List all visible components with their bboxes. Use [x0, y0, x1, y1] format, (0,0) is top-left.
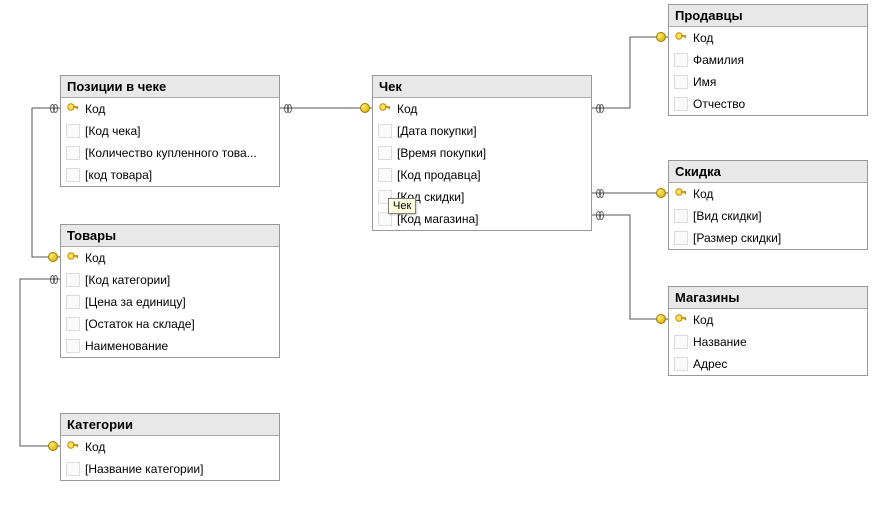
- column-name: [Код продавца]: [397, 168, 587, 182]
- column-icon: [65, 123, 81, 139]
- column-row[interactable]: Адрес: [669, 353, 867, 375]
- primary-key-icon: [673, 312, 689, 328]
- column-name: [Количество купленного това...: [85, 146, 275, 160]
- column-name: [Код магазина]: [397, 212, 587, 226]
- column-icon: [673, 96, 689, 112]
- column-name: Код: [85, 440, 275, 454]
- column-row[interactable]: Код: [669, 183, 867, 205]
- diagram-canvas[interactable]: Позиции в чеке Код [Код чека] [Количество …: [0, 0, 884, 509]
- table-title[interactable]: Чек: [373, 76, 591, 98]
- primary-key-icon: [65, 439, 81, 455]
- column-row[interactable]: [Остаток на складе]: [61, 313, 279, 335]
- column-row[interactable]: [Код категории]: [61, 269, 279, 291]
- table-categories[interactable]: Категории Код [Название категории]: [60, 413, 280, 481]
- table-discount[interactable]: Скидка Код [Вид скидки] [Размер скидки]: [668, 160, 868, 250]
- column-name: Код: [397, 102, 587, 116]
- column-name: Код: [693, 313, 863, 327]
- column-row[interactable]: Название: [669, 331, 867, 353]
- column-icon: [377, 145, 393, 161]
- primary-key-icon: [377, 101, 393, 117]
- table-title[interactable]: Продавцы: [669, 5, 867, 27]
- column-name: Наименование: [85, 339, 275, 353]
- table-title[interactable]: Магазины: [669, 287, 867, 309]
- column-name: [Размер скидки]: [693, 231, 863, 245]
- column-name: [код товара]: [85, 168, 275, 182]
- column-name: Код: [693, 31, 863, 45]
- column-icon: [65, 272, 81, 288]
- column-icon: [673, 52, 689, 68]
- primary-key-icon: [65, 101, 81, 117]
- column-icon: [65, 338, 81, 354]
- column-icon: [673, 230, 689, 246]
- column-name: Имя: [693, 75, 863, 89]
- table-goods[interactable]: Товары Код [Код категории] [Цена за единиц…: [60, 224, 280, 358]
- column-row[interactable]: [Дата покупки]: [373, 120, 591, 142]
- column-name: [Код чека]: [85, 124, 275, 138]
- column-row[interactable]: Код: [669, 309, 867, 331]
- column-name: [Код скидки]: [397, 190, 587, 204]
- column-icon: [673, 334, 689, 350]
- column-name: Название: [693, 335, 863, 349]
- column-name: Код: [693, 187, 863, 201]
- column-row[interactable]: Код: [61, 98, 279, 120]
- table-shops[interactable]: Магазины Код Название Адрес: [668, 286, 868, 376]
- column-icon: [65, 145, 81, 161]
- column-row[interactable]: [Время покупки]: [373, 142, 591, 164]
- column-name: Отчество: [693, 97, 863, 111]
- column-row[interactable]: [Вид скидки]: [669, 205, 867, 227]
- column-row[interactable]: Имя: [669, 71, 867, 93]
- column-icon: [377, 123, 393, 139]
- column-row[interactable]: Код: [373, 98, 591, 120]
- table-title[interactable]: Позиции в чеке: [61, 76, 279, 98]
- column-row[interactable]: [Код чека]: [61, 120, 279, 142]
- column-icon: [673, 356, 689, 372]
- primary-key-icon: [65, 250, 81, 266]
- column-name: [Дата покупки]: [397, 124, 587, 138]
- column-row[interactable]: [Размер скидки]: [669, 227, 867, 249]
- primary-key-icon: [673, 30, 689, 46]
- column-icon: [65, 294, 81, 310]
- column-name: [Остаток на складе]: [85, 317, 275, 331]
- column-icon: [377, 167, 393, 183]
- column-name: Фамилия: [693, 53, 863, 67]
- column-row[interactable]: [код товара]: [61, 164, 279, 186]
- column-name: Адрес: [693, 357, 863, 371]
- column-name: Код: [85, 251, 275, 265]
- column-name: [Цена за единицу]: [85, 295, 275, 309]
- column-row[interactable]: [Название категории]: [61, 458, 279, 480]
- column-row[interactable]: Код: [61, 436, 279, 458]
- column-row[interactable]: Код: [669, 27, 867, 49]
- column-name: [Название категории]: [85, 462, 275, 476]
- column-icon: [65, 167, 81, 183]
- column-name: [Время покупки]: [397, 146, 587, 160]
- column-icon: [673, 208, 689, 224]
- table-title[interactable]: Товары: [61, 225, 279, 247]
- column-icon: [65, 461, 81, 477]
- column-row[interactable]: Фамилия: [669, 49, 867, 71]
- table-positions[interactable]: Позиции в чеке Код [Код чека] [Количество …: [60, 75, 280, 187]
- column-name: [Код категории]: [85, 273, 275, 287]
- column-row[interactable]: Код: [61, 247, 279, 269]
- column-row[interactable]: [Цена за единицу]: [61, 291, 279, 313]
- column-icon: [673, 74, 689, 90]
- table-title[interactable]: Скидка: [669, 161, 867, 183]
- table-title[interactable]: Категории: [61, 414, 279, 436]
- column-name: [Вид скидки]: [693, 209, 863, 223]
- column-icon: [65, 316, 81, 332]
- column-row[interactable]: Наименование: [61, 335, 279, 357]
- table-sellers[interactable]: Продавцы Код Фамилия Имя Отчество: [668, 4, 868, 116]
- column-name: Код: [85, 102, 275, 116]
- column-row[interactable]: [Код продавца]: [373, 164, 591, 186]
- tooltip: Чек: [388, 198, 416, 214]
- column-row[interactable]: [Количество купленного това...: [61, 142, 279, 164]
- primary-key-icon: [673, 186, 689, 202]
- column-row[interactable]: Отчество: [669, 93, 867, 115]
